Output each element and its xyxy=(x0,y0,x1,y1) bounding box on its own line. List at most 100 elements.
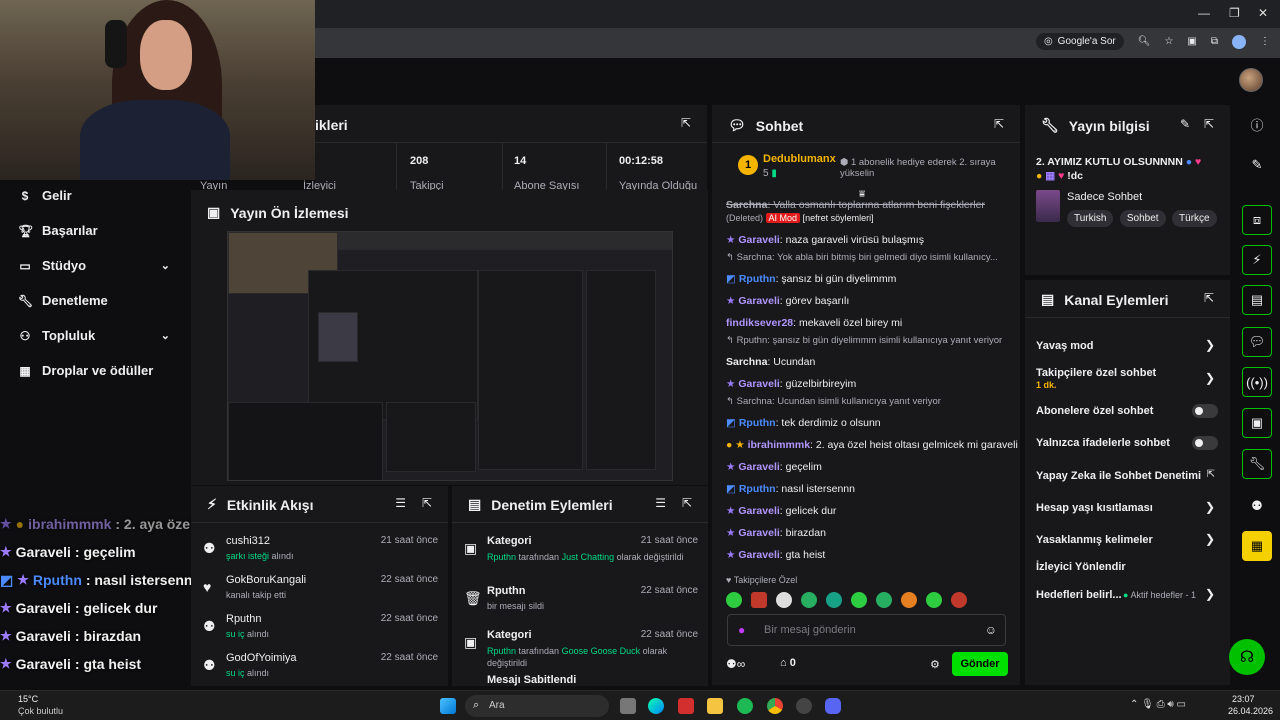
bolt-icon[interactable]: ⚡︎ xyxy=(1242,245,1272,275)
list-item[interactable]: Mesajı Sabitlendi xyxy=(452,672,708,686)
list-item[interactable]: 🗑︎ Rputhn 22 saat önce bir mesajı sildi xyxy=(452,580,708,624)
gift-leader-name[interactable]: Dedublumanx xyxy=(763,153,836,165)
category-boxart[interactable] xyxy=(1036,190,1060,222)
chat-message[interactable]: findiksever28: mekaveli özel birey mi xyxy=(712,316,1020,330)
document-icon[interactable]: ▤ xyxy=(1242,285,1272,315)
sidebar-item-denetleme[interactable]: 🔧︎ Denetleme xyxy=(0,283,190,318)
chat-message[interactable]: ● ★ ibrahimmmk: 2. aya özel heist oltası… xyxy=(712,438,1020,452)
subscribers-only-toggle[interactable] xyxy=(1192,404,1218,418)
clock-date[interactable]: 26.04.2026 xyxy=(1228,706,1273,716)
google-ask-button[interactable]: ◎ Google'a Sor xyxy=(1035,33,1124,50)
chat-username[interactable]: Rputhn xyxy=(739,417,776,429)
menu-kebab-icon[interactable]: ⋮ xyxy=(1260,36,1270,47)
popout-icon[interactable]: ⇱ xyxy=(681,116,691,130)
chat-username[interactable]: ibrahimmmk xyxy=(748,439,810,451)
popout-icon[interactable]: ⇱ xyxy=(1204,291,1214,305)
chat-message[interactable]: ◩ Rputhn: şansız bi gün diyelimmm xyxy=(712,272,1020,286)
tag[interactable]: Turkish xyxy=(1067,210,1114,227)
category-name[interactable]: Sadece Sohbet xyxy=(1067,191,1142,203)
action-goals[interactable]: Hedefleri belirl... xyxy=(1036,589,1122,601)
emoji-icon[interactable]: ☺ xyxy=(985,623,997,637)
chat-username[interactable]: Garaveli xyxy=(738,295,779,307)
tag[interactable]: Türkçe xyxy=(1172,210,1217,227)
chevron-right-icon[interactable]: ❯ xyxy=(1205,587,1215,601)
chat-message[interactable]: ★ Garaveli: birazdan xyxy=(712,526,1020,540)
chat-input[interactable]: ● Bir mesaj gönderin ☺ xyxy=(727,614,1006,646)
spotify-icon[interactable] xyxy=(737,698,753,714)
chat-message[interactable]: ★ Garaveli: gelicek dur xyxy=(712,504,1020,518)
chat-username[interactable]: Garaveli xyxy=(738,527,779,539)
chat-username[interactable]: Sarchna xyxy=(726,356,767,368)
popout-icon[interactable]: ⇱ xyxy=(1204,117,1214,131)
emote-icon[interactable] xyxy=(826,592,842,608)
points-display[interactable]: ⌂ 0 xyxy=(780,657,796,669)
emote-icon[interactable] xyxy=(801,592,817,608)
sidebar-item-gelir[interactable]: $ Gelir xyxy=(0,178,190,213)
emote-icon[interactable] xyxy=(851,592,867,608)
wrench-icon[interactable]: 🔧︎ xyxy=(1242,449,1272,479)
emote-only-toggle[interactable] xyxy=(1192,436,1218,450)
minimize-icon[interactable]: — xyxy=(1198,6,1210,20)
edit-pencil-icon[interactable]: ✎ xyxy=(1242,150,1272,180)
chat-message[interactable]: ◩ Rputhn: tek derdimiz o olsunn xyxy=(712,416,1020,430)
close-icon[interactable]: ✕ xyxy=(1258,6,1268,20)
external-link-icon[interactable]: ⇱ xyxy=(1207,469,1215,480)
windows-start-icon[interactable] xyxy=(440,698,456,714)
action-banned-words[interactable]: Yasaklanmış kelimeler xyxy=(1036,534,1153,546)
emote-icon[interactable] xyxy=(776,592,792,608)
chat-username[interactable]: Garaveli xyxy=(738,234,779,246)
chat-username[interactable]: Garaveli xyxy=(738,378,779,390)
stream-preview-video[interactable] xyxy=(227,231,673,481)
chevron-right-icon[interactable]: ❯ xyxy=(1205,338,1215,352)
filter-icon[interactable]: ☰ xyxy=(655,496,666,510)
chevron-right-icon[interactable]: ❯ xyxy=(1205,500,1215,514)
chat-username[interactable]: Garaveli xyxy=(738,549,779,561)
chrome-icon[interactable] xyxy=(767,698,783,714)
popout-icon[interactable]: ⇱ xyxy=(682,496,692,510)
help-icon[interactable]: ☊ xyxy=(1229,639,1265,675)
maximize-icon[interactable]: ❐ xyxy=(1229,6,1240,20)
chat-message[interactable]: ★ Garaveli: gta heist xyxy=(712,548,1020,562)
clip-icon[interactable]: ⧈ xyxy=(1242,205,1272,235)
chat-username[interactable]: Rputhn xyxy=(739,273,776,285)
sidebar-item-studyo[interactable]: ▭ Stüdyo ⌄ xyxy=(0,248,190,283)
chat-message[interactable]: Sarchna: Ucundan xyxy=(712,355,1020,369)
send-button[interactable]: Gönder xyxy=(952,652,1008,676)
chat-message[interactable]: ◩ Rputhn: nasıl istersennn xyxy=(712,482,1020,496)
sidebar-item-basarilar[interactable]: 🏆︎ Başarılar xyxy=(0,213,190,248)
discord-icon[interactable] xyxy=(825,698,841,714)
search-input[interactable]: ⌕ Ara xyxy=(465,695,609,717)
community-icon[interactable]: ⚉ xyxy=(1242,491,1272,521)
chat-username[interactable]: Rputhn xyxy=(739,483,776,495)
cast-icon[interactable]: ▣ xyxy=(1187,36,1196,47)
chat-username[interactable]: Garaveli xyxy=(738,461,779,473)
list-item[interactable]: ⚉ cushi312 21 saat önce şarkı isteği alındı xyxy=(191,530,448,569)
chevron-right-icon[interactable]: ❯ xyxy=(1205,532,1215,546)
edge-icon[interactable] xyxy=(648,698,664,714)
chevron-right-icon[interactable]: ❯ xyxy=(1205,371,1215,385)
avatar[interactable] xyxy=(1239,68,1263,92)
tag[interactable]: Sohbet xyxy=(1119,210,1166,227)
broadcast-icon[interactable]: ((•)) xyxy=(1242,367,1272,397)
list-item[interactable]: ▣ Kategori 21 saat önce Rputhn tarafından J… xyxy=(452,530,708,580)
list-item[interactable]: ▣ Kategori 22 saat önce Rputhn tarafından G… xyxy=(452,624,708,674)
chat-message[interactable]: ★ Garaveli: görev başarılı xyxy=(712,294,1020,308)
bookmark-star-icon[interactable]: ☆ xyxy=(1164,36,1173,47)
channel-points-icon[interactable]: ⚉∞ xyxy=(726,657,745,671)
extensions-icon[interactable]: ⧉ xyxy=(1211,36,1218,47)
microphone-icon[interactable]: ● xyxy=(738,623,745,637)
action-followers-only[interactable]: Takipçilere özel sohbet xyxy=(1036,367,1156,379)
list-item[interactable]: ⚉ GodOfYoimiya 22 saat önce su iç alındı xyxy=(191,647,448,686)
filter-icon[interactable]: ☰ xyxy=(395,496,406,510)
popout-icon[interactable]: ⇱ xyxy=(422,496,432,510)
chat-bubble-icon[interactable]: 💬︎ xyxy=(1242,327,1272,357)
edit-pencil-icon[interactable]: ✎ xyxy=(1180,117,1190,131)
popout-icon[interactable]: ⇱ xyxy=(994,117,1004,131)
chat-username[interactable]: Garaveli xyxy=(738,505,779,517)
extension-icon[interactable]: ▦ xyxy=(1242,531,1272,561)
emote-icon[interactable] xyxy=(876,592,892,608)
clock-time[interactable]: 23:07 xyxy=(1232,694,1255,704)
profile-icon[interactable] xyxy=(1232,34,1246,49)
tray-icons[interactable]: ⌃ 🎙︎ ⎙ 🔊︎ ▭ xyxy=(1130,699,1186,710)
emote-icon[interactable] xyxy=(926,592,942,608)
